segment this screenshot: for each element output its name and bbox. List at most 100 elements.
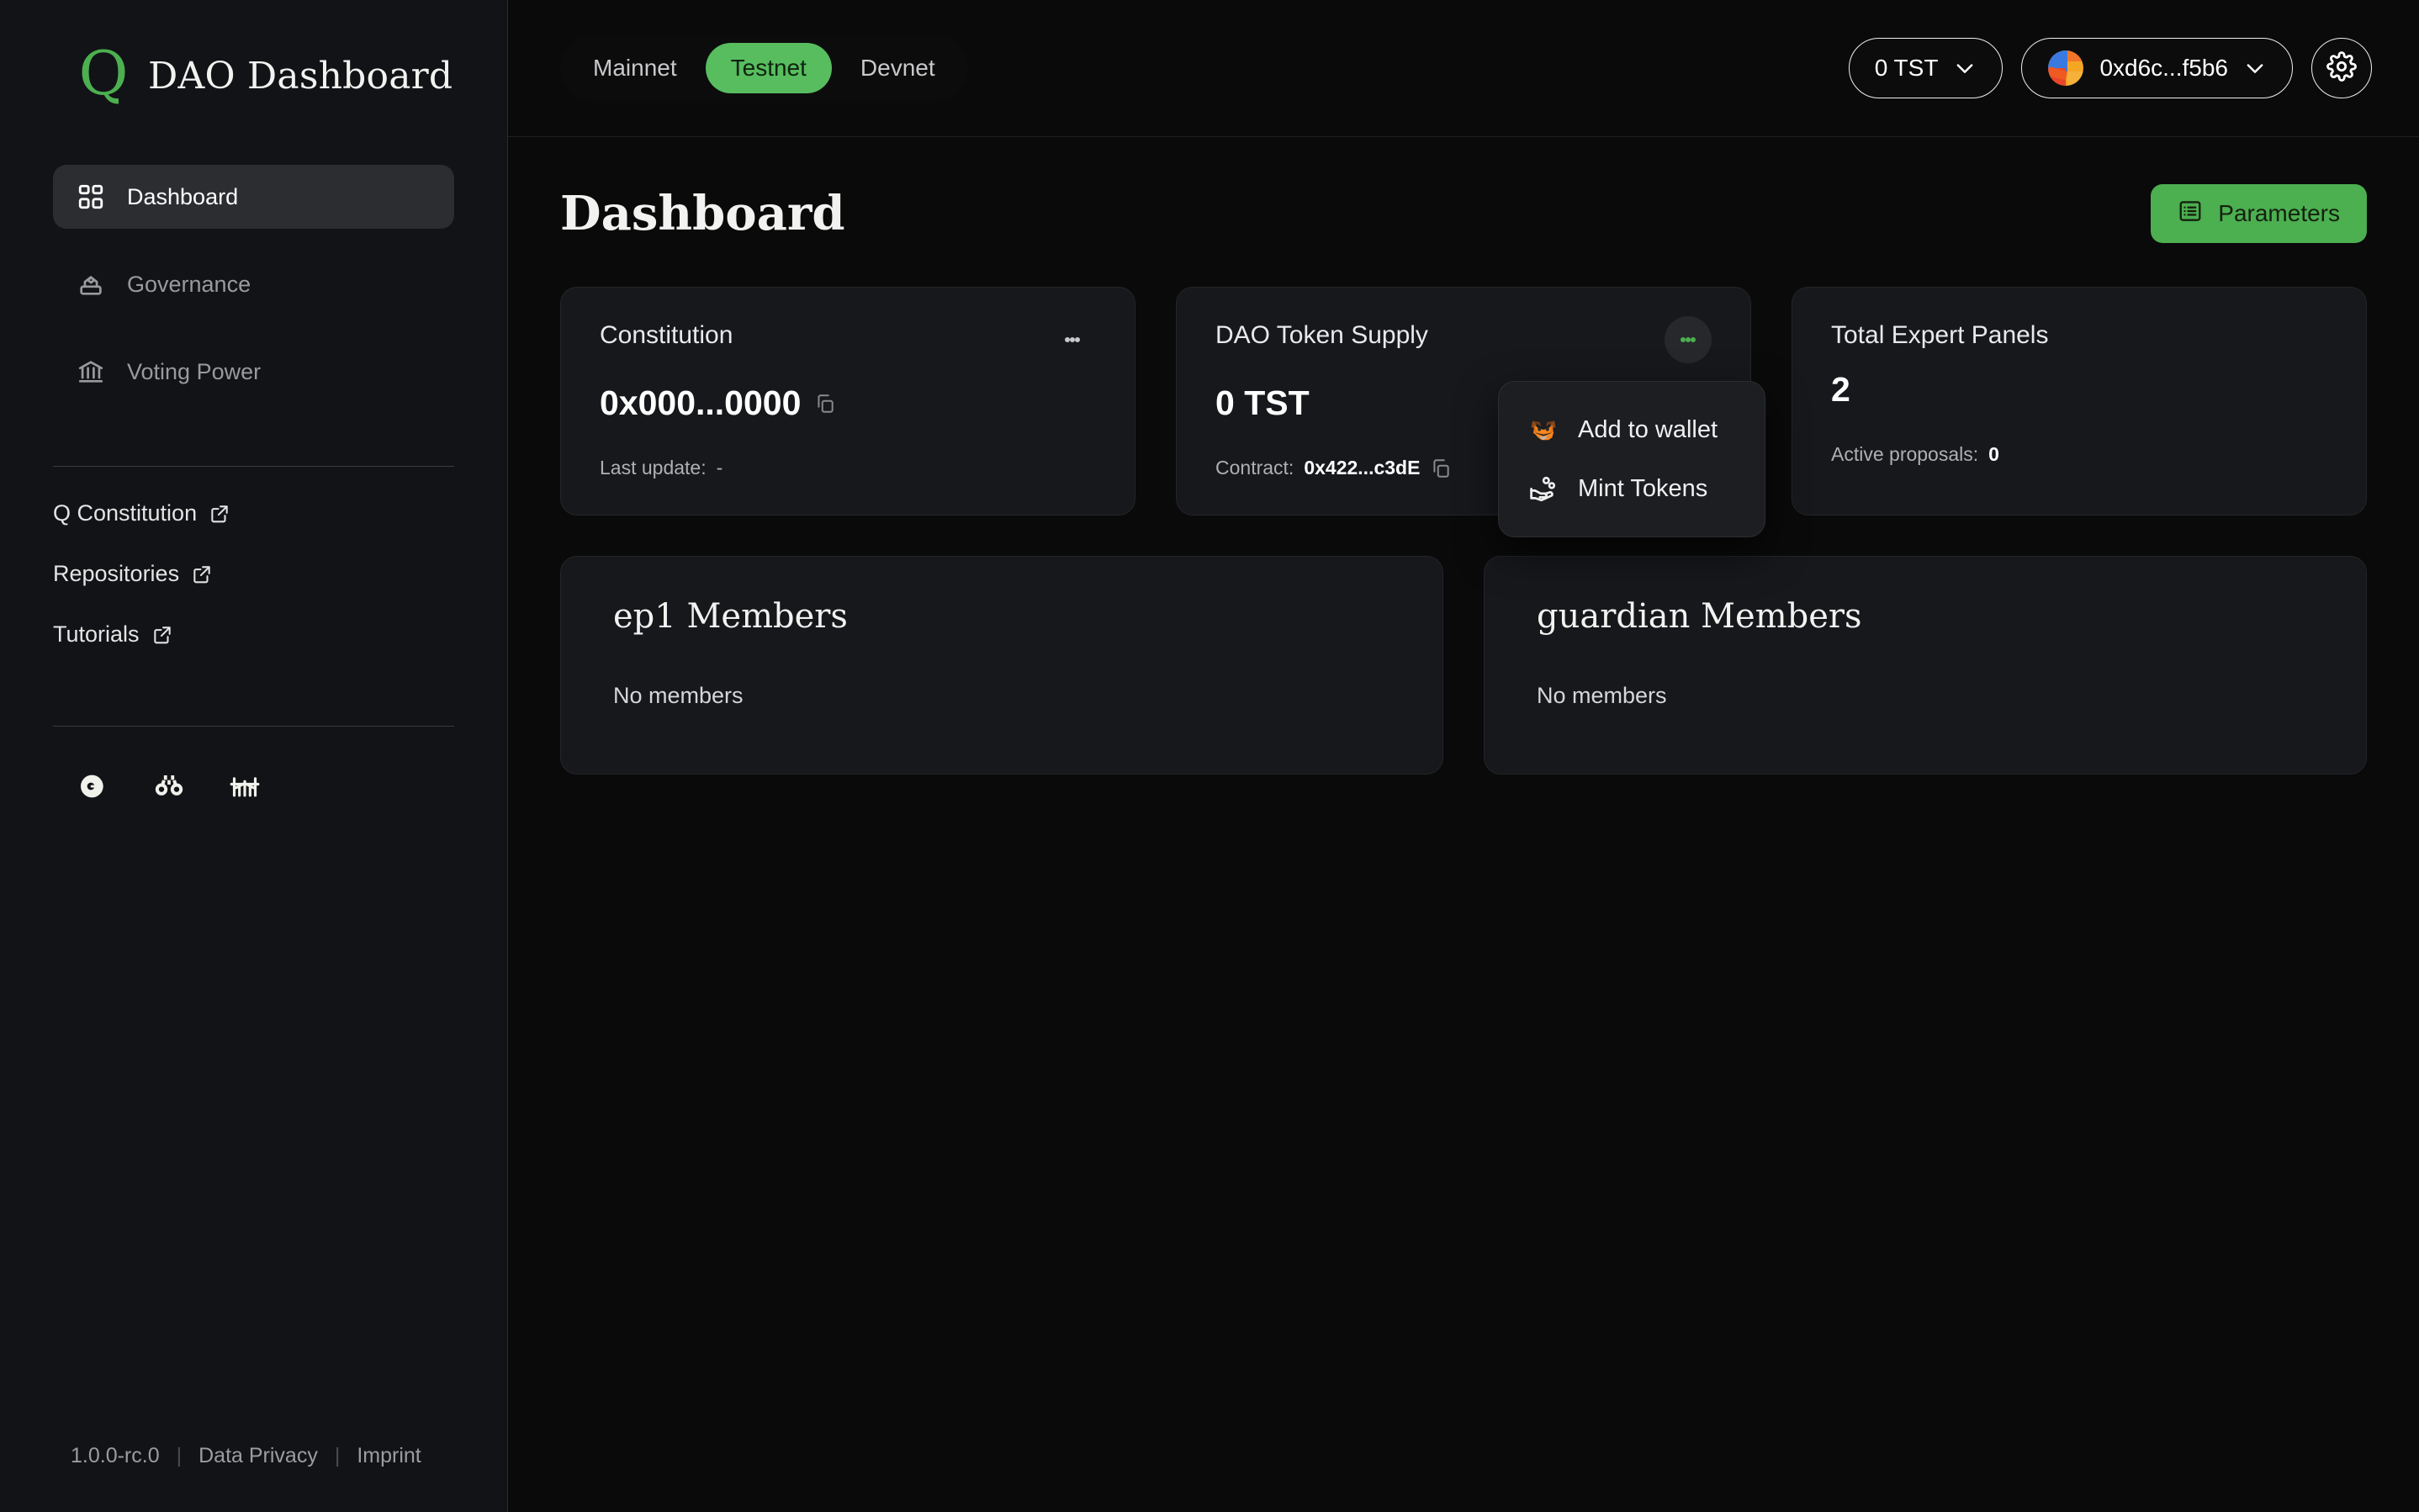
copy-icon[interactable] — [1430, 457, 1452, 479]
external-link-icon — [151, 624, 173, 646]
external-link-icon — [191, 563, 213, 585]
parameters-button[interactable]: Parameters — [2151, 184, 2367, 243]
list-icon — [2178, 198, 2203, 230]
q-logo-icon: Q — [77, 47, 130, 99]
ballot-box-icon — [77, 270, 105, 299]
wallet-address-label: 0xd6c...f5b6 — [2099, 55, 2228, 82]
card-subtext: Last update: - — [600, 457, 1096, 479]
footer-data-privacy-link[interactable]: Data Privacy — [198, 1444, 318, 1468]
card-header: Constitution — [600, 321, 1096, 363]
wallet-address-button[interactable]: 0xd6c...f5b6 — [2021, 38, 2293, 98]
card-value-row: 0x000...0000 — [600, 383, 1096, 423]
sidebar-item-label: Voting Power — [127, 359, 261, 385]
network-switcher: Mainnet Testnet Devnet — [560, 35, 968, 101]
page-title: Dashboard — [560, 186, 845, 241]
sidebar-item-voting-power[interactable]: Voting Power — [53, 340, 454, 404]
footer-separator: | — [335, 1444, 341, 1468]
sidebar-item-governance[interactable]: Governance — [53, 252, 454, 316]
network-tab-mainnet[interactable]: Mainnet — [568, 43, 702, 93]
sidebar-nav: Dashboard Governance V — [0, 165, 507, 427]
dropdown-item-add-to-wallet[interactable]: Add to wallet — [1499, 400, 1765, 459]
dropdown-item-mint-tokens[interactable]: Mint Tokens — [1499, 459, 1765, 518]
kebab-menu-icon[interactable] — [1049, 316, 1096, 363]
network-tab-testnet[interactable]: Testnet — [706, 43, 832, 93]
sidebar-link-tutorials[interactable]: Tutorials — [53, 621, 454, 648]
members-empty-text: No members — [613, 683, 1390, 709]
sidebar-divider-bottom — [53, 726, 454, 727]
dropdown-item-label: Mint Tokens — [1578, 475, 1707, 503]
sidebar-link-repositories[interactable]: Repositories — [53, 561, 454, 587]
settings-button[interactable] — [2311, 38, 2372, 98]
brand-title: DAO Dashboard — [148, 55, 453, 98]
avatar — [2047, 50, 2084, 87]
card-subtext: Active proposals: 0 — [1831, 443, 2327, 466]
sidebar-socials — [0, 769, 507, 804]
grid-icon — [77, 182, 105, 211]
sidebar-external-links: Q Constitution Repositories Tutorials — [0, 500, 507, 682]
card-header: DAO Token Supply — [1215, 321, 1712, 363]
footer-imprint-link[interactable]: Imprint — [357, 1444, 421, 1468]
card-title: Constitution — [600, 321, 733, 350]
members-empty-text: No members — [1537, 683, 2314, 709]
card-value: 0 TST — [1215, 383, 1310, 423]
card-title: DAO Token Supply — [1215, 321, 1428, 350]
members-card-title: ep1 Members — [613, 597, 1390, 636]
sidebar-link-label: Repositories — [53, 561, 179, 587]
balance-label: 0 TST — [1875, 55, 1939, 82]
card-sub-label: Last update: — [600, 457, 707, 479]
parameters-button-label: Parameters — [2218, 200, 2340, 227]
gear-icon — [2326, 51, 2357, 86]
members-card-title: guardian Members — [1537, 597, 2314, 636]
card-sub-label: Contract: — [1215, 457, 1294, 479]
balance-dropdown-button[interactable]: 0 TST — [1849, 38, 2003, 98]
brand: Q DAO Dashboard — [0, 0, 507, 99]
sidebar-link-label: Q Constitution — [53, 500, 197, 526]
card-total-expert-panels: Total Expert Panels 2 Active proposals: … — [1792, 287, 2367, 515]
kebab-menu-icon[interactable] — [1665, 316, 1712, 363]
card-value-row: 2 — [1831, 370, 2327, 410]
sidebar-link-q-constitution[interactable]: Q Constitution — [53, 500, 454, 526]
token-icon[interactable] — [76, 769, 111, 804]
page-header: Dashboard Parameters — [560, 184, 2367, 243]
card-sub-value: 0 — [1988, 443, 1999, 466]
card-constitution: Constitution 0x000...0000 — [560, 287, 1135, 515]
footer-version: 1.0.0-rc.0 — [71, 1444, 160, 1468]
copy-icon[interactable] — [814, 393, 836, 415]
card-value: 0x000...0000 — [600, 383, 801, 423]
card-title: Total Expert Panels — [1831, 321, 2048, 350]
card-dao-token-supply: DAO Token Supply 0 TST Contract: 0x422..… — [1176, 287, 1751, 515]
chevron-down-icon — [2243, 56, 2267, 80]
main-area: Mainnet Testnet Devnet 0 TST — [508, 0, 2419, 1512]
external-link-icon — [209, 503, 230, 525]
token-actions-dropdown: Add to wallet Mint T — [1498, 381, 1765, 537]
bridge-icon[interactable] — [227, 769, 262, 804]
bank-icon — [77, 357, 105, 386]
card-guardian-members: guardian Members No members — [1484, 556, 2367, 775]
app-root: Q DAO Dashboard Dashboard — [0, 0, 2419, 1512]
card-value: 2 — [1831, 370, 1850, 410]
dropdown-item-label: Add to wallet — [1578, 416, 1718, 444]
card-sub-label: Active proposals: — [1831, 443, 1978, 466]
topbar: Mainnet Testnet Devnet 0 TST — [508, 0, 2419, 137]
sidebar-link-label: Tutorials — [53, 621, 140, 648]
card-sub-value: - — [717, 457, 723, 479]
topbar-right: 0 TST — [1849, 38, 2372, 98]
footer-separator: | — [177, 1444, 183, 1468]
card-header: Total Expert Panels — [1831, 321, 2327, 350]
chevron-down-icon — [1953, 56, 1977, 80]
stat-cards-row: Constitution 0x000...0000 — [560, 287, 2367, 515]
sidebar-divider-top — [53, 466, 454, 467]
hand-coins-icon — [1527, 473, 1559, 505]
card-sub-value: 0x422...c3dE — [1304, 457, 1420, 479]
sidebar: Q DAO Dashboard Dashboard — [0, 0, 508, 1512]
footer: 1.0.0-rc.0 | Data Privacy | Imprint — [0, 1444, 507, 1468]
sidebar-item-label: Governance — [127, 272, 251, 298]
sidebar-item-dashboard[interactable]: Dashboard — [53, 165, 454, 229]
network-tab-devnet[interactable]: Devnet — [835, 43, 961, 93]
member-cards-row: ep1 Members No members guardian Members … — [560, 556, 2367, 775]
sidebar-item-label: Dashboard — [127, 184, 238, 210]
binoculars-icon[interactable] — [151, 769, 187, 804]
page-content: Dashboard Parameters — [508, 137, 2419, 1512]
metamask-fox-icon — [1527, 414, 1559, 446]
card-ep1-members: ep1 Members No members — [560, 556, 1443, 775]
